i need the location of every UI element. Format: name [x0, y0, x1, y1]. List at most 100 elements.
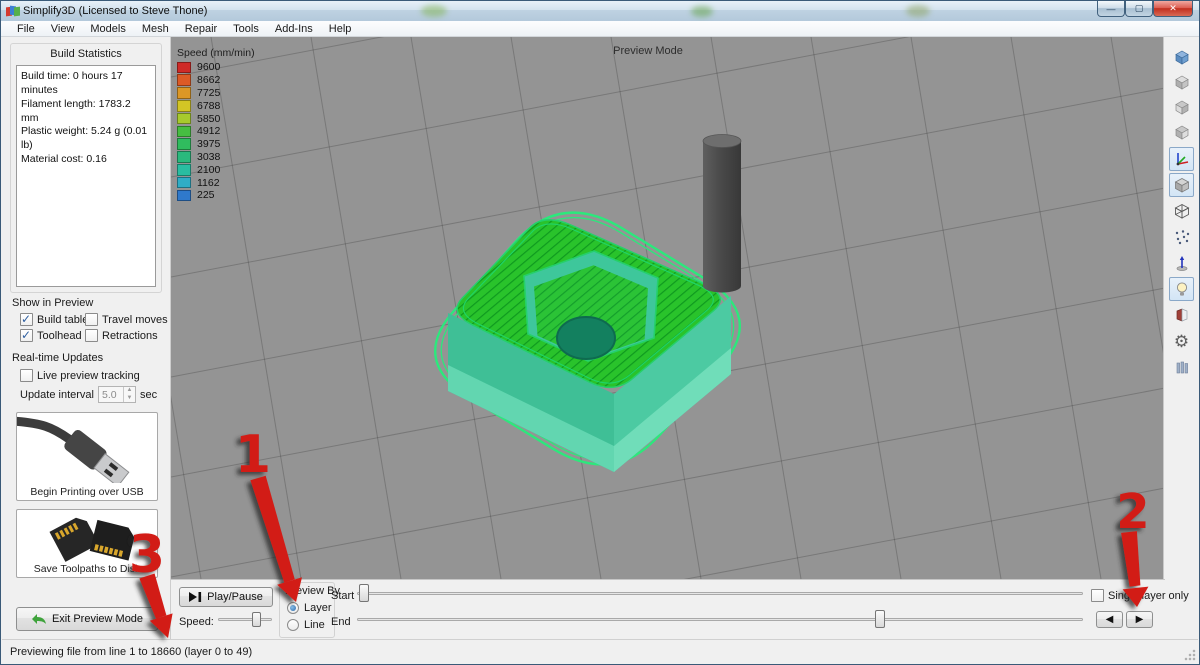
legend-swatch [177, 113, 191, 125]
preview-control-bar: Play/Pause Speed: Preview By Layer Line … [171, 579, 1165, 641]
checkbox-toolhead[interactable] [20, 329, 33, 342]
resize-grip[interactable] [1183, 648, 1196, 661]
menu-help[interactable]: Help [321, 22, 360, 36]
checkbox-retractions[interactable] [85, 329, 98, 342]
update-interval-label: Update interval [20, 389, 94, 401]
legend-value: 5850 [197, 113, 220, 125]
3d-scene[interactable] [171, 37, 1165, 579]
support-structures-icon[interactable] [1169, 355, 1194, 379]
maximize-button[interactable]: ▢ [1125, 1, 1153, 17]
menu-repair[interactable]: Repair [177, 22, 225, 36]
legend-value: 1162 [197, 177, 220, 189]
default-view-icon[interactable] [1169, 45, 1194, 69]
build-statistics-group: Build Statistics Build time: 0 hours 17 … [10, 43, 162, 293]
start-slider-thumb[interactable] [359, 584, 369, 602]
side-view-icon[interactable] [1169, 120, 1194, 144]
play-pause-icon [189, 592, 202, 602]
begin-printing-usb-button[interactable]: Begin Printing over USB [16, 412, 158, 501]
legend-value: 9600 [197, 61, 220, 73]
legend-swatch [177, 87, 191, 99]
checkbox-build-table-label: Build table [37, 314, 88, 326]
status-bar: Previewing file from line 1 to 18660 (la… [2, 639, 1198, 663]
exit-preview-mode-button[interactable]: Exit Preview Mode [16, 607, 158, 631]
legend-swatch [177, 100, 191, 112]
checkbox-travel-moves[interactable] [85, 313, 98, 326]
checkbox-build-table[interactable] [20, 313, 33, 326]
checkbox-retractions-label: Retractions [102, 330, 158, 342]
solid-render-icon[interactable] [1169, 173, 1194, 197]
radio-preview-by-layer[interactable] [287, 602, 299, 614]
start-range-slider[interactable] [357, 584, 1083, 604]
radio-line-label: Line [304, 619, 325, 631]
stat-material-cost: Material cost: 0.16 [21, 153, 151, 167]
window-title: Simplify3D (Licensed to Steve Thone) [23, 5, 207, 17]
menu-file[interactable]: File [9, 22, 43, 36]
show-in-preview-title: Show in Preview [12, 297, 93, 309]
stat-filament-length: Filament length: 1783.2 mm [21, 98, 151, 126]
green-back-arrow-icon [31, 613, 47, 625]
menu-tools[interactable]: Tools [225, 22, 267, 36]
printed-model [448, 220, 731, 472]
wireframe-render-icon[interactable] [1169, 199, 1194, 223]
glass-reflection [691, 6, 713, 17]
cross-section-icon[interactable] [1169, 303, 1194, 327]
end-range-slider[interactable] [357, 610, 1083, 630]
preview-viewport[interactable]: Preview Mode Speed (mm/min) 9600 8662 77… [171, 37, 1165, 579]
usb-cable-icon [17, 413, 157, 483]
start-label: Start [331, 590, 354, 602]
top-view-icon[interactable] [1169, 70, 1194, 94]
view-toolbar: ⚙ [1163, 37, 1198, 639]
legend-row: 5850 [177, 112, 255, 125]
end-slider-thumb[interactable] [875, 610, 885, 628]
toolhead-cylinder [703, 135, 741, 293]
legend-row: 3975 [177, 138, 255, 151]
exit-preview-mode-label: Exit Preview Mode [52, 613, 143, 625]
machine-settings-gear-icon[interactable]: ⚙ [1169, 329, 1194, 353]
menu-mesh[interactable]: Mesh [134, 22, 177, 36]
start-slider-track[interactable] [357, 592, 1083, 595]
end-slider-track[interactable] [357, 618, 1083, 621]
title-bar[interactable]: Simplify3D (Licensed to Steve Thone) — ▢… [1, 1, 1199, 21]
minimize-button[interactable]: — [1097, 1, 1125, 17]
save-toolpaths-button[interactable]: Save Toolpaths to Disk [16, 509, 158, 578]
speed-slider[interactable] [218, 610, 272, 630]
update-interval-spinner[interactable]: 5.0 ▲▼ [98, 386, 136, 403]
legend-row: 8662 [177, 74, 255, 87]
legend-swatch [177, 190, 191, 202]
stat-build-time: Build time: 0 hours 17 minutes [21, 70, 151, 98]
legend-value: 225 [197, 189, 215, 201]
step-layer-forward-button[interactable]: ▶ [1126, 611, 1153, 628]
coordinate-axes-icon[interactable] [1169, 147, 1194, 171]
legend-row: 7725 [177, 87, 255, 100]
front-view-icon[interactable] [1169, 95, 1194, 119]
realtime-updates-title: Real-time Updates [12, 352, 103, 364]
legend-value: 7725 [197, 87, 220, 99]
single-layer-only-label: Single layer only [1108, 590, 1189, 602]
checkbox-single-layer-only[interactable] [1091, 589, 1104, 602]
build-statistics-title: Build Statistics [11, 48, 161, 60]
speed-legend-title: Speed (mm/min) [177, 47, 255, 59]
app-window: Simplify3D (Licensed to Steve Thone) — ▢… [0, 0, 1200, 665]
legend-swatch [177, 138, 191, 150]
speed-slider-thumb[interactable] [252, 612, 261, 627]
preview-by-group: Preview By Layer Line [279, 582, 335, 638]
legend-value: 4912 [197, 125, 220, 137]
surface-normals-icon[interactable] [1169, 251, 1194, 275]
lighting-icon[interactable] [1169, 277, 1194, 301]
spinner-arrows-icon[interactable]: ▲▼ [123, 387, 135, 402]
speed-slider-track[interactable] [218, 618, 272, 621]
menu-view[interactable]: View [43, 22, 83, 36]
point-render-icon[interactable] [1169, 225, 1194, 249]
radio-preview-by-line[interactable] [287, 619, 299, 631]
save-toolpaths-label: Save Toolpaths to Disk [17, 563, 157, 575]
play-pause-label: Play/Pause [207, 591, 263, 603]
update-interval-unit: sec [140, 389, 157, 401]
step-layer-back-button[interactable]: ◀ [1096, 611, 1123, 628]
checkbox-live-preview-tracking[interactable] [20, 369, 33, 382]
menu-addins[interactable]: Add-Ins [267, 22, 321, 36]
close-button[interactable]: ✕ [1153, 1, 1193, 17]
menu-models[interactable]: Models [82, 22, 133, 36]
play-pause-button[interactable]: Play/Pause [179, 587, 273, 607]
sd-card-icon [17, 510, 157, 562]
legend-row: 225 [177, 189, 255, 202]
